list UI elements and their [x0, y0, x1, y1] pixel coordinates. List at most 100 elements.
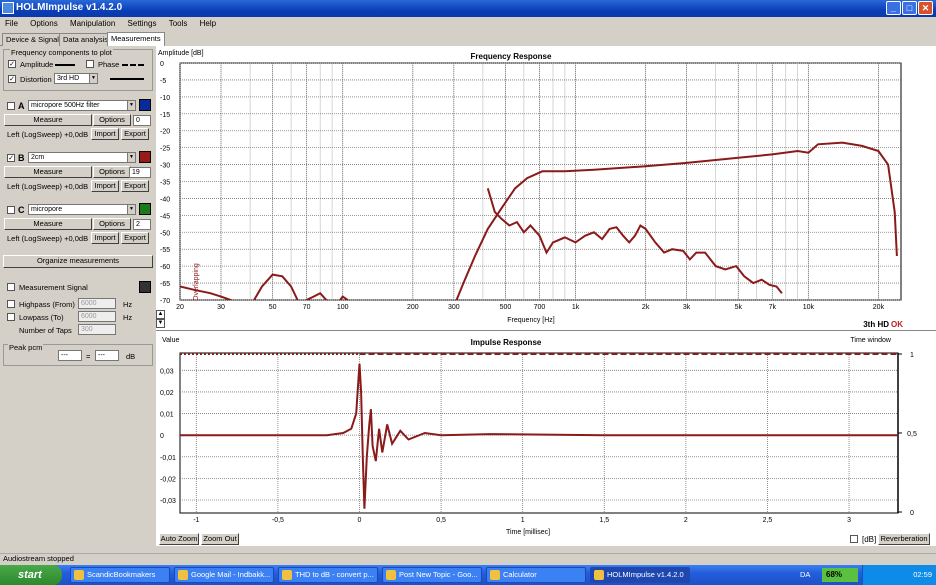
chevron-down-icon: ▼	[127, 205, 135, 214]
scroll-up-icon[interactable]: ▲	[156, 310, 165, 319]
start-button[interactable]: start	[0, 565, 62, 585]
ir-x-tick-label: 0	[358, 517, 362, 524]
tab-measurements[interactable]: Measurements	[107, 32, 165, 46]
measurement-a-checkbox[interactable]	[7, 102, 15, 110]
app-icon	[2, 2, 14, 14]
measurement-a-measure-button[interactable]: Measure	[4, 114, 92, 126]
fr-x-tick-label: 3k	[683, 304, 691, 311]
measurement-c-checkbox[interactable]	[7, 206, 15, 214]
system-tray: 02:59	[862, 565, 936, 585]
fr-y-tick-label: -10	[160, 95, 170, 102]
measurement-a-options-button[interactable]: Options	[93, 114, 131, 126]
taskbar-item-6[interactable]: HOLMImpulse v1.4.2.0	[590, 567, 690, 583]
distortion-select-value: 3rd HD	[57, 75, 80, 82]
lowpass-checkbox[interactable]	[7, 313, 15, 321]
fr-x-tick-label: 300	[448, 304, 460, 311]
db-checkbox[interactable]	[850, 535, 858, 543]
menu-options[interactable]: Options	[25, 17, 63, 28]
highpass-input[interactable]: 6000	[78, 298, 116, 309]
taskbar-item-4[interactable]: Post New Topic - Goo...	[382, 567, 482, 583]
fr-y-tick-label: -30	[160, 163, 170, 170]
taskbar-item-1[interactable]: ScandicBookmakers	[70, 567, 170, 583]
measurement-b-checkbox[interactable]: ✓	[7, 154, 15, 162]
menu-manipulation[interactable]: Manipulation	[65, 17, 120, 28]
ir-y-tick-label: -0,02	[160, 476, 176, 483]
menu-help[interactable]: Help	[195, 17, 221, 28]
measurement-c-export-button[interactable]: Export	[121, 232, 149, 244]
measurement-c-name: micropore	[31, 206, 63, 213]
scroll-down-icon[interactable]: ▼	[156, 319, 165, 328]
freq-components-label: Frequency components to plot	[10, 48, 113, 57]
measurement-b-measure-button[interactable]: Measure	[4, 166, 92, 178]
reverberation-button[interactable]: Reverberation	[878, 533, 930, 545]
organize-measurements-button[interactable]: Organize measurements	[3, 255, 153, 268]
ir-y-tick-label: 0,02	[160, 390, 174, 397]
phase-checkbox[interactable]	[86, 60, 94, 68]
measurement-signal-color-swatch[interactable]	[139, 281, 151, 293]
ir-y2-tick-label: 0,5	[907, 431, 917, 438]
auto-zoom-button[interactable]: Auto Zoom	[159, 533, 199, 545]
menu-file[interactable]: File	[0, 17, 23, 28]
ir-x-tick-label: -1	[193, 517, 199, 524]
impulse-response-chart[interactable]: -1 -0,5 0 0,5 1 1,5 2 2,5 3 0,03 0,02 0,01 0 -0,01 -0,…	[156, 330, 936, 546]
browser-icon	[178, 570, 188, 580]
measurement-signal-checkbox[interactable]	[7, 283, 15, 291]
menu-settings[interactable]: Settings	[123, 17, 162, 28]
taskbar-item-3[interactable]: THD to dB - convert p...	[278, 567, 378, 583]
distortion-select[interactable]: 3rd HD ▼	[54, 73, 98, 84]
measurement-a-color-swatch[interactable]	[139, 99, 151, 111]
measurement-c-options-spinner[interactable]: 2	[133, 219, 151, 230]
fr-y-tick-label: -35	[160, 180, 170, 187]
tab-device-signal[interactable]: Device & Signal	[2, 33, 63, 46]
measurement-c-import-button[interactable]: Import	[91, 232, 119, 244]
taps-input[interactable]: 300	[78, 324, 116, 335]
phase-line-sample	[122, 64, 144, 66]
battery-indicator: 68%	[822, 568, 858, 582]
ir-x-tick-label: 3	[847, 517, 851, 524]
highpass-checkbox[interactable]	[7, 300, 15, 308]
browser-icon	[282, 570, 292, 580]
tab-data-analysis[interactable]: Data analysis	[59, 33, 113, 46]
ir-y2-tick-label: 0	[910, 510, 914, 517]
maximize-button[interactable]: □	[902, 1, 917, 15]
measurement-b-select[interactable]: 2cm ▼	[28, 152, 136, 163]
minimize-button[interactable]: _	[886, 1, 901, 15]
fr-annotation: Overlapping	[193, 263, 200, 301]
measurement-c-select[interactable]: micropore ▼	[28, 204, 136, 215]
menu-tools[interactable]: Tools	[164, 17, 193, 28]
close-button[interactable]: ✕	[918, 1, 933, 15]
frequency-response-chart[interactable]: 20 30 50 70 100 200 300 500 700 1k 2k 3k 5k 7k 10k 20k 0…	[156, 46, 936, 330]
measurement-a-select[interactable]: micropore 500Hz filter ▼	[28, 100, 136, 111]
ir-y2-axis-label: Time window	[850, 337, 892, 344]
measurement-b-options-button[interactable]: Options	[93, 166, 131, 178]
phase-label: Phase	[98, 60, 120, 69]
taskbar-item-2[interactable]: Google Mail - Indbakk...	[174, 567, 274, 583]
measurement-b-color-swatch[interactable]	[139, 151, 151, 163]
ir-x-tick-label: 1,5	[599, 517, 609, 524]
amplitude-checkbox[interactable]: ✓	[8, 60, 16, 68]
fr-y-tick-label: -55	[160, 247, 170, 254]
measurement-a-import-button[interactable]: Import	[91, 128, 119, 140]
fr-y-tick-label: -70	[160, 298, 170, 305]
fr-y-tick-label: -25	[160, 146, 170, 153]
left-panel: Frequency components to plot ✓ Amplitude…	[0, 46, 156, 553]
ir-y-axis-label: Value	[162, 337, 179, 344]
measurement-b-export-button[interactable]: Export	[121, 180, 149, 192]
taskbar-item-5[interactable]: Calculator	[486, 567, 586, 583]
measurement-b-options-spinner[interactable]: 19	[129, 167, 151, 178]
ir-x-tick-label: 2,5	[763, 517, 773, 524]
measurement-c-info: Left (LogSweep) +0,0dB	[7, 234, 89, 243]
fr-y-tick-label: -20	[160, 129, 170, 136]
fr-y-tick-label: -15	[160, 112, 170, 119]
measurement-c-measure-button[interactable]: Measure	[4, 218, 92, 230]
measurement-c-options-button[interactable]: Options	[93, 218, 131, 230]
lowpass-input[interactable]: 6000	[78, 311, 116, 322]
zoom-out-button[interactable]: Zoom Out	[201, 533, 239, 545]
lowpass-label: Lowpass (To)	[19, 313, 64, 322]
measurement-a-options-spinner[interactable]: 0	[133, 115, 151, 126]
measurement-b-import-button[interactable]: Import	[91, 180, 119, 192]
measurement-a-export-button[interactable]: Export	[121, 128, 149, 140]
measurement-c-color-swatch[interactable]	[139, 203, 151, 215]
distortion-checkbox[interactable]: ✓	[8, 75, 16, 83]
fr-x-tick-label: 10k	[803, 304, 815, 311]
